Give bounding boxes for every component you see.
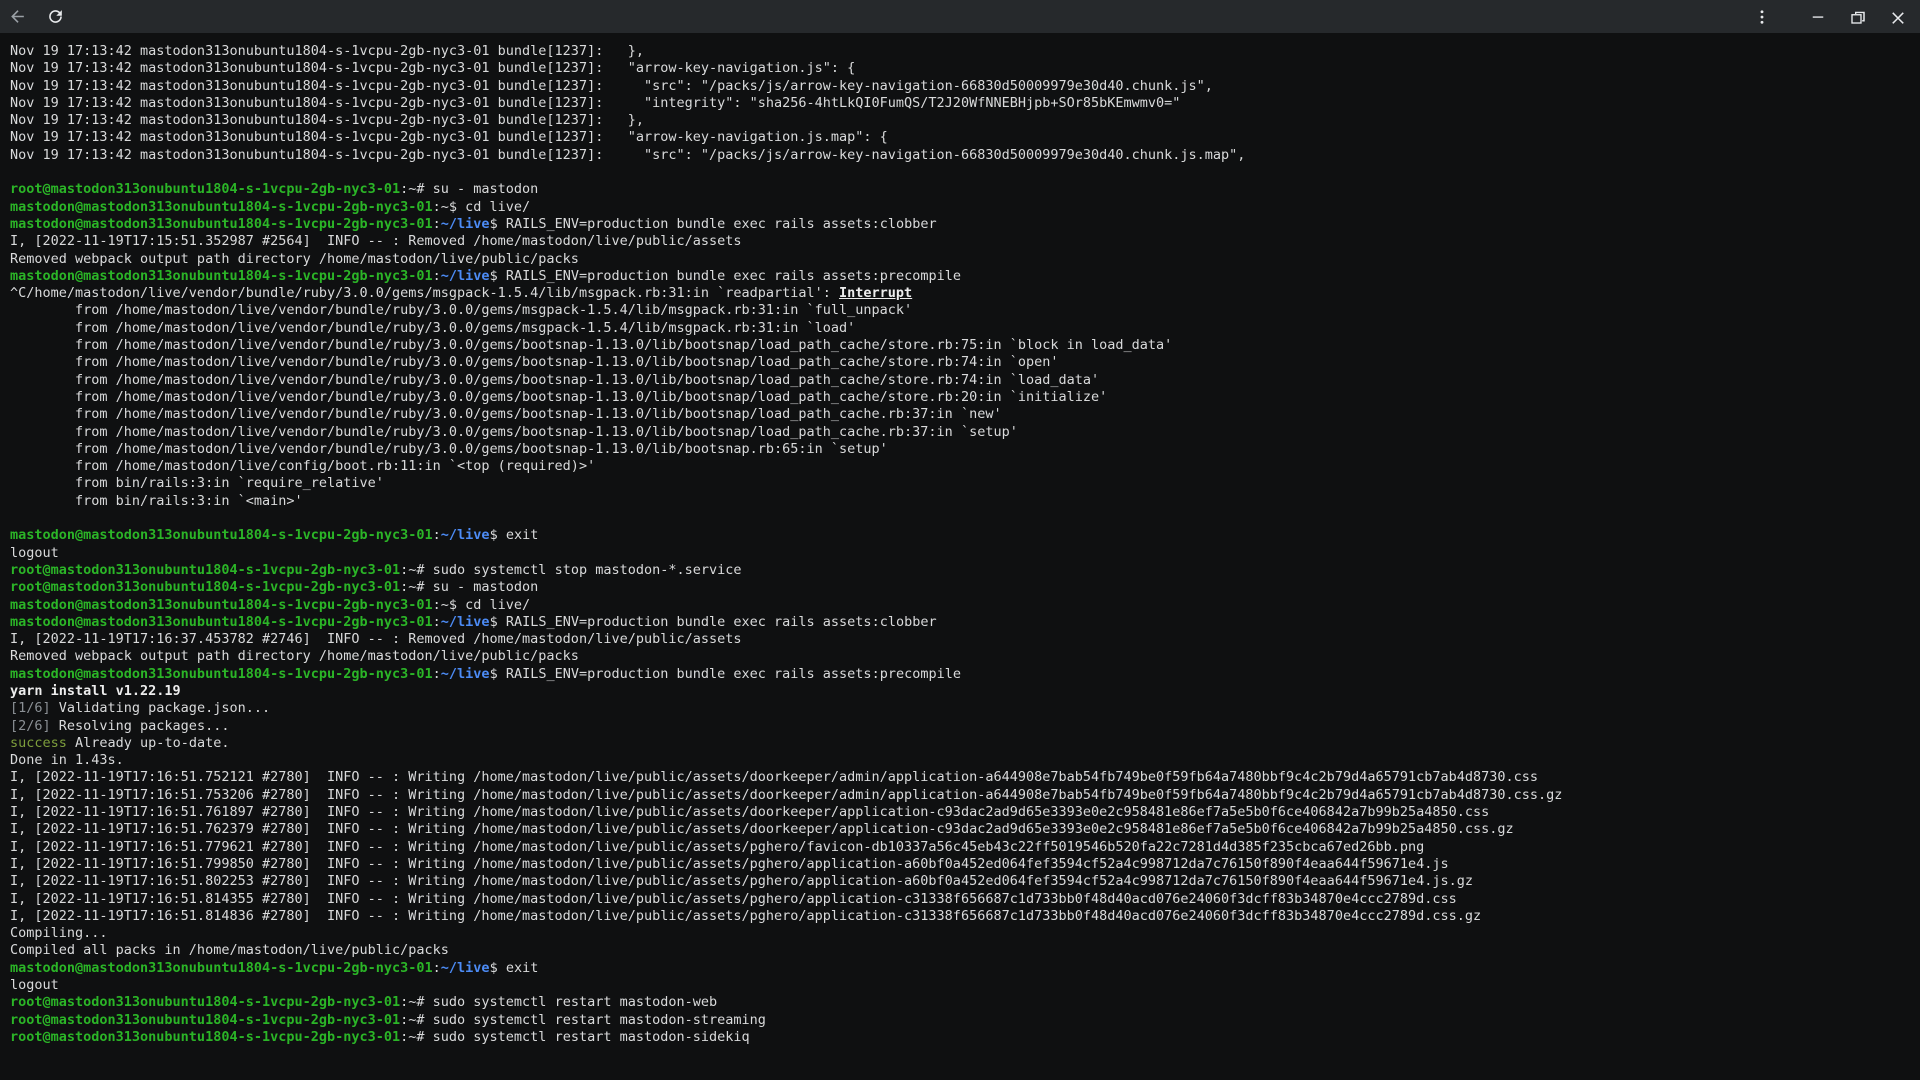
terminal-line: ^C/home/mastodon/live/vendor/bundle/ruby… <box>10 285 1920 302</box>
terminal-line: from bin/rails:3:in `<main>' <box>10 493 1920 510</box>
terminal-line: I, [2022-11-19T17:15:51.352987 #2564] IN… <box>10 233 1920 250</box>
window-titlebar <box>0 0 1920 33</box>
terminal-line: Compiled all packs in /home/mastodon/liv… <box>10 942 1920 959</box>
terminal-line: Nov 19 17:13:42 mastodon313onubuntu1804-… <box>10 95 1920 112</box>
terminal-line: root@mastodon313onubuntu1804-s-1vcpu-2gb… <box>10 1029 1920 1046</box>
terminal-line: from bin/rails:3:in `require_relative' <box>10 475 1920 492</box>
terminal-line: from /home/mastodon/live/vendor/bundle/r… <box>10 389 1920 406</box>
terminal-output: Nov 19 17:13:42 mastodon313onubuntu1804-… <box>10 43 1920 1046</box>
titlebar-controls-group <box>1748 3 1912 31</box>
terminal-line: mastodon@mastodon313onubuntu1804-s-1vcpu… <box>10 216 1920 233</box>
terminal-line: from /home/mastodon/live/vendor/bundle/r… <box>10 354 1920 371</box>
terminal-line: I, [2022-11-19T17:16:51.753206 #2780] IN… <box>10 787 1920 804</box>
terminal-line: Nov 19 17:13:42 mastodon313onubuntu1804-… <box>10 60 1920 77</box>
menu-button[interactable] <box>1748 3 1776 31</box>
terminal-line: Nov 19 17:13:42 mastodon313onubuntu1804-… <box>10 78 1920 95</box>
terminal-line: [2/6] Resolving packages... <box>10 718 1920 735</box>
terminal-line: mastodon@mastodon313onubuntu1804-s-1vcpu… <box>10 527 1920 544</box>
terminal-line: from /home/mastodon/live/vendor/bundle/r… <box>10 424 1920 441</box>
minimize-button[interactable] <box>1804 3 1832 31</box>
restore-icon <box>1849 8 1867 26</box>
terminal-line: Removed webpack output path directory /h… <box>10 648 1920 665</box>
reload-button[interactable] <box>41 3 69 31</box>
terminal-line: I, [2022-11-19T17:16:51.762379 #2780] IN… <box>10 821 1920 838</box>
terminal-line: [1/6] Validating package.json... <box>10 700 1920 717</box>
terminal-line <box>10 164 1920 181</box>
terminal-line: root@mastodon313onubuntu1804-s-1vcpu-2gb… <box>10 181 1920 198</box>
terminal-line: root@mastodon313onubuntu1804-s-1vcpu-2gb… <box>10 1012 1920 1029</box>
terminal-line: mastodon@mastodon313onubuntu1804-s-1vcpu… <box>10 960 1920 977</box>
terminal-line: yarn install v1.22.19 <box>10 683 1920 700</box>
terminal[interactable]: Nov 19 17:13:42 mastodon313onubuntu1804-… <box>0 33 1920 1080</box>
terminal-line: mastodon@mastodon313onubuntu1804-s-1vcpu… <box>10 614 1920 631</box>
terminal-line: I, [2022-11-19T17:16:51.814836 #2780] IN… <box>10 908 1920 925</box>
terminal-line: logout <box>10 977 1920 994</box>
terminal-line: from /home/mastodon/live/vendor/bundle/r… <box>10 372 1920 389</box>
terminal-line: success Already up-to-date. <box>10 735 1920 752</box>
terminal-line: I, [2022-11-19T17:16:51.779621 #2780] IN… <box>10 839 1920 856</box>
terminal-line: from /home/mastodon/live/vendor/bundle/r… <box>10 320 1920 337</box>
terminal-line: I, [2022-11-19T17:16:37.453782 #2746] IN… <box>10 631 1920 648</box>
back-icon <box>8 7 27 26</box>
terminal-line: from /home/mastodon/live/vendor/bundle/r… <box>10 337 1920 354</box>
close-button[interactable] <box>1884 3 1912 31</box>
terminal-line: I, [2022-11-19T17:16:51.802253 #2780] IN… <box>10 873 1920 890</box>
terminal-line: Removed webpack output path directory /h… <box>10 251 1920 268</box>
terminal-line: root@mastodon313onubuntu1804-s-1vcpu-2gb… <box>10 579 1920 596</box>
titlebar-nav-group <box>3 3 69 31</box>
terminal-line: Compiling... <box>10 925 1920 942</box>
terminal-line: logout <box>10 545 1920 562</box>
restore-button[interactable] <box>1844 3 1872 31</box>
terminal-line: Nov 19 17:13:42 mastodon313onubuntu1804-… <box>10 147 1920 164</box>
terminal-line: Nov 19 17:13:42 mastodon313onubuntu1804-… <box>10 129 1920 146</box>
terminal-line: from /home/mastodon/live/vendor/bundle/r… <box>10 406 1920 423</box>
terminal-line: mastodon@mastodon313onubuntu1804-s-1vcpu… <box>10 666 1920 683</box>
terminal-line: from /home/mastodon/live/vendor/bundle/r… <box>10 441 1920 458</box>
terminal-line: I, [2022-11-19T17:16:51.761897 #2780] IN… <box>10 804 1920 821</box>
terminal-line: mastodon@mastodon313onubuntu1804-s-1vcpu… <box>10 597 1920 614</box>
terminal-line: I, [2022-11-19T17:16:51.752121 #2780] IN… <box>10 769 1920 786</box>
terminal-line: Nov 19 17:13:42 mastodon313onubuntu1804-… <box>10 112 1920 129</box>
terminal-line: root@mastodon313onubuntu1804-s-1vcpu-2gb… <box>10 562 1920 579</box>
minimize-icon <box>1809 8 1827 26</box>
back-button[interactable] <box>3 3 31 31</box>
terminal-line: I, [2022-11-19T17:16:51.799850 #2780] IN… <box>10 856 1920 873</box>
terminal-line: Done in 1.43s. <box>10 752 1920 769</box>
terminal-line: from /home/mastodon/live/config/boot.rb:… <box>10 458 1920 475</box>
terminal-line: I, [2022-11-19T17:16:51.814355 #2780] IN… <box>10 891 1920 908</box>
kebab-menu-icon <box>1753 8 1771 26</box>
terminal-line: from /home/mastodon/live/vendor/bundle/r… <box>10 302 1920 319</box>
close-icon <box>1889 8 1907 26</box>
reload-icon <box>46 7 65 26</box>
terminal-line <box>10 510 1920 527</box>
terminal-line: root@mastodon313onubuntu1804-s-1vcpu-2gb… <box>10 994 1920 1011</box>
terminal-line: Nov 19 17:13:42 mastodon313onubuntu1804-… <box>10 43 1920 60</box>
terminal-line: mastodon@mastodon313onubuntu1804-s-1vcpu… <box>10 199 1920 216</box>
terminal-line: mastodon@mastodon313onubuntu1804-s-1vcpu… <box>10 268 1920 285</box>
